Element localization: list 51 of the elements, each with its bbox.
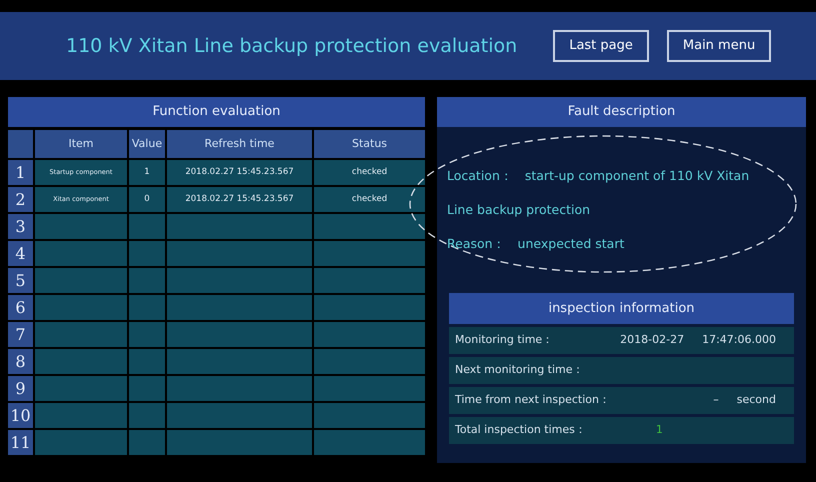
table-cell: 1 (129, 160, 165, 185)
table-cell: 2018.02.27 15:45.23.567 (167, 187, 312, 212)
row-number: 9 (8, 376, 33, 401)
info-value: – (713, 392, 719, 408)
section-header: Fault description (437, 97, 806, 127)
info-value: second (736, 392, 776, 408)
row-number: 10 (8, 403, 33, 428)
column-header: Status (314, 130, 425, 158)
table-cell: checked (314, 187, 425, 212)
table-cell (129, 268, 165, 293)
table-cell (129, 241, 165, 266)
row-number: 2 (8, 187, 33, 212)
column-header: Refresh time (167, 130, 312, 158)
row-number: 8 (8, 349, 33, 374)
row-number: 1 (8, 160, 33, 185)
row-number: 6 (8, 295, 33, 320)
info-value: 17:47:06.000 (702, 332, 776, 348)
info-value: 2018-02-27 (620, 332, 684, 348)
fault-label: Location： (447, 168, 513, 183)
table-cell (129, 214, 165, 239)
section-header: Function evaluation (8, 97, 425, 127)
row-number: 5 (8, 268, 33, 293)
fault-text: Line backup protection (447, 202, 590, 217)
table-cell (129, 430, 165, 455)
column-header: Value (129, 130, 165, 158)
info-label: Monitoring time： (455, 332, 554, 348)
table-cell (129, 322, 165, 347)
table-cell: checked (314, 160, 425, 185)
nav-button[interactable]: Last page (553, 30, 649, 62)
info-label: Total inspection times： (455, 422, 586, 438)
info-value: 1 (656, 422, 663, 438)
table-cell (129, 376, 165, 401)
fault-text: unexpected start (518, 236, 624, 251)
header-cell (8, 130, 33, 158)
fault-label: Reason： (447, 236, 506, 251)
page-title: 110 kV Xitan Line backup protection evaluation (66, 34, 518, 59)
table-cell (129, 295, 165, 320)
row-number: 3 (8, 214, 33, 239)
nav-button[interactable]: Main menu (666, 30, 772, 62)
section-header: inspection information (449, 293, 794, 324)
row-number: 4 (8, 241, 33, 266)
table-cell: 2018.02.27 15:45.23.567 (167, 160, 312, 185)
column-header: Item (35, 130, 127, 158)
row-number: 7 (8, 322, 33, 347)
table-cell: 0 (129, 187, 165, 212)
fault-text: start-up component of 110 kV Xitan (524, 168, 750, 183)
info-label: Next monitoring time： (455, 362, 584, 378)
table-cell (129, 349, 165, 374)
row-number: 11 (8, 430, 33, 455)
info-label: Time from next inspection： (455, 392, 610, 408)
table-cell (129, 403, 165, 428)
